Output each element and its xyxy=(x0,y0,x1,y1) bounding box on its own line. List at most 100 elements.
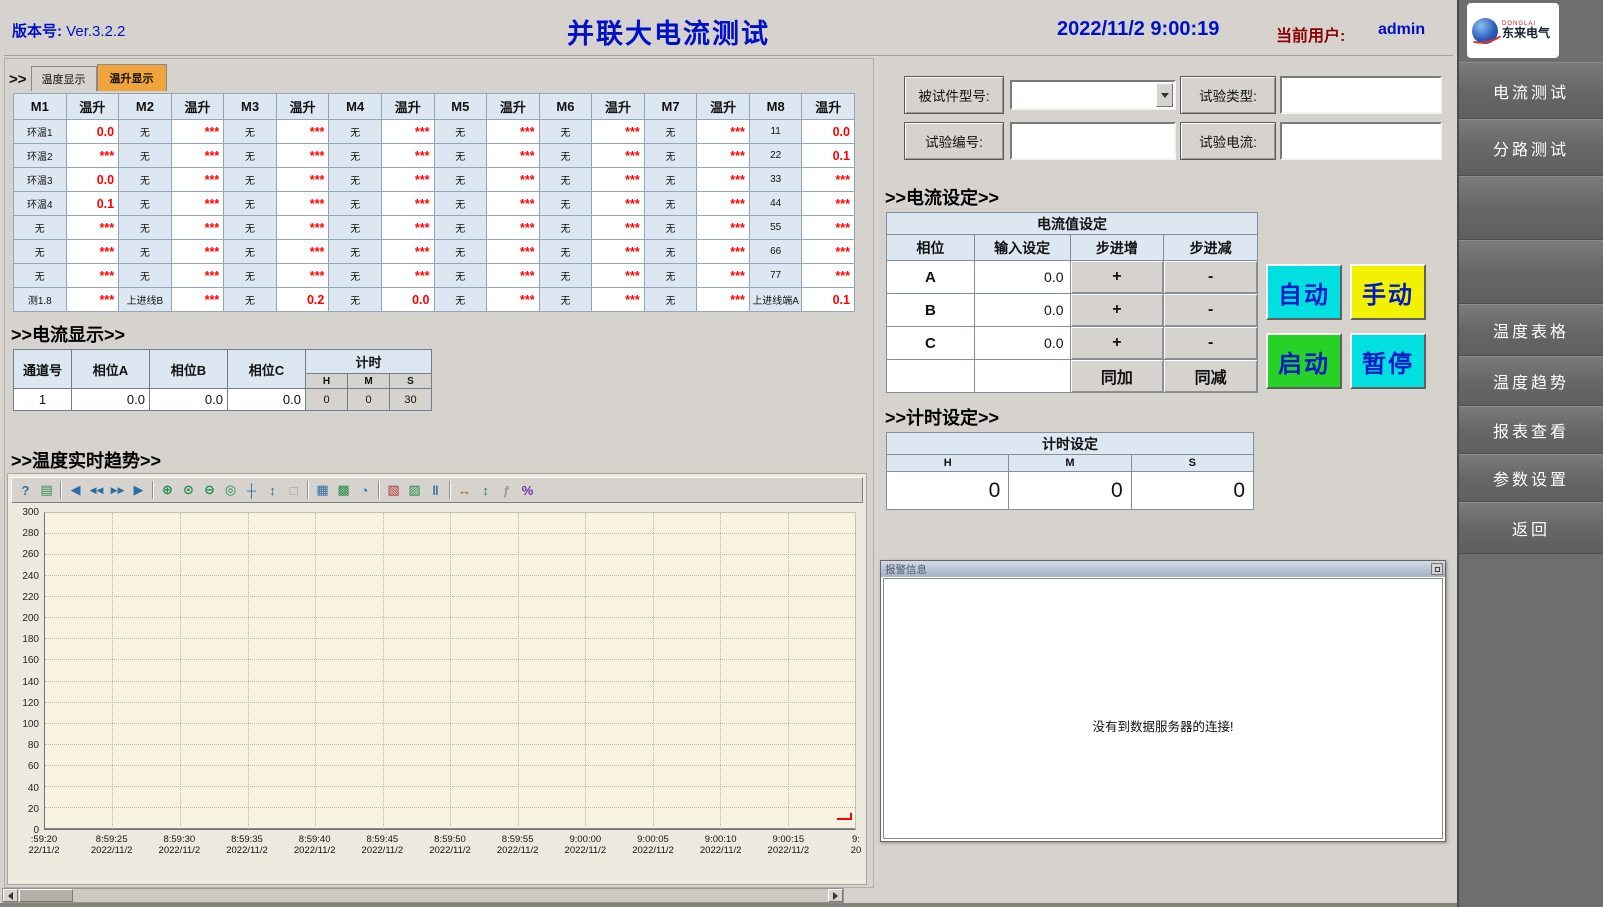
tab-temperature-display[interactable]: 温度显示 xyxy=(31,66,97,91)
phase-c-step-up-button[interactable]: + xyxy=(1070,327,1164,360)
x-gridline xyxy=(518,513,519,829)
toolbar-separator xyxy=(378,481,380,499)
y-axis-scale-icon[interactable]: ↕ xyxy=(262,480,283,500)
phase-b-setpoint[interactable]: 0.0 xyxy=(974,294,1070,327)
phase-a-step-down-button[interactable]: - xyxy=(1164,261,1258,294)
phase-a-step-up-button[interactable]: + xyxy=(1070,261,1164,294)
manual-button[interactable]: 手动 xyxy=(1350,264,1426,320)
combo-dropdown-icon[interactable] xyxy=(1156,83,1173,107)
temp-rise-value-cell: *** xyxy=(381,264,434,288)
alarm-close-button[interactable] xyxy=(1431,563,1443,575)
x-tick-time: 8:59:25 xyxy=(91,834,133,845)
temp-channel-cell: 无 xyxy=(434,216,487,240)
zoom-reset-icon[interactable]: ◎ xyxy=(220,480,241,500)
temp-rise-value-cell: 0.0 xyxy=(381,288,434,312)
zoom-out-icon[interactable]: ⊖ xyxy=(199,480,220,500)
phase-b-step-down-button[interactable]: - xyxy=(1164,294,1258,327)
temp-rise-value-cell: *** xyxy=(592,120,645,144)
sidebar-parameter-settings-button[interactable]: 参数设置 xyxy=(1459,454,1603,502)
copy-icon[interactable]: □ xyxy=(283,480,304,500)
export-chart-icon[interactable]: ▤ xyxy=(36,480,57,500)
alarm-body: 没有到数据服务器的连接! xyxy=(883,578,1443,839)
compare-chart-icon[interactable]: ▧ xyxy=(383,480,404,500)
y-axis-tick-label: 160 xyxy=(10,655,39,666)
test-current-input[interactable] xyxy=(1280,122,1442,160)
phase-a-setpoint[interactable]: 0.0 xyxy=(974,261,1070,294)
alarm-titlebar[interactable]: 报警信息 xyxy=(881,561,1445,577)
timer-set-h-input[interactable]: 0 xyxy=(887,472,1009,510)
phase-b-column-header: 相位B xyxy=(150,350,228,389)
temp-rise-value-cell: *** xyxy=(487,192,540,216)
zoom-window-icon[interactable]: ⊙ xyxy=(178,480,199,500)
realtime-clock-icon[interactable]: ◔ xyxy=(354,480,375,500)
temp-rise-value-cell: *** xyxy=(276,192,329,216)
step-up-all-button[interactable]: 同加 xyxy=(1070,360,1164,393)
phase-b-step-up-button[interactable]: + xyxy=(1070,294,1164,327)
sidebar-temperature-table-button[interactable]: 温度表格 xyxy=(1459,304,1603,356)
temp-channel-cell: 无 xyxy=(224,240,277,264)
timer-table-title: 计时设定 xyxy=(887,433,1254,455)
header: 版本号: Ver.3.2.2 并联大电流测试 2022/11/2 9:00:19… xyxy=(4,4,1453,56)
sidebar-current-test-button[interactable]: 电流测试 xyxy=(1459,62,1603,119)
pause-icon[interactable]: ‖ xyxy=(425,480,446,500)
next-fast-icon[interactable]: ▶▶ xyxy=(107,480,128,500)
temp-rise-value-cell: 0.0 xyxy=(66,168,119,192)
chart-horizontal-scrollbar[interactable] xyxy=(2,888,844,903)
first-record-icon[interactable]: ◀ xyxy=(65,480,86,500)
sidebar-temperature-trend-button[interactable]: 温度趋势 xyxy=(1459,356,1603,406)
temp-table-row: 环温40.1无***无***无***无***无***无***44*** xyxy=(14,192,855,216)
test-model-select[interactable] xyxy=(1010,80,1176,110)
pause-button[interactable]: 暂停 xyxy=(1350,333,1426,389)
x-tick-date: 2022/11/2 xyxy=(497,845,539,856)
temp-channel-cell: 无 xyxy=(119,168,172,192)
temp-channel-cell: 44 xyxy=(749,192,802,216)
temp-channel-cell: 无 xyxy=(14,264,67,288)
temp-rise-value-cell: *** xyxy=(487,216,540,240)
temp-channel-cell: 无 xyxy=(539,192,592,216)
start-button[interactable]: 启动 xyxy=(1266,333,1342,389)
scroll-right-arrow-icon[interactable] xyxy=(828,889,843,902)
timer-set-s-input[interactable]: 0 xyxy=(1131,472,1253,510)
phase-c-step-down-button[interactable]: - xyxy=(1164,327,1258,360)
timer-set-m-input[interactable]: 0 xyxy=(1009,472,1131,510)
temp-rise-value-cell: *** xyxy=(487,144,540,168)
sidebar-branch-test-button[interactable]: 分路测试 xyxy=(1459,119,1603,176)
phase-c-setpoint[interactable]: 0.0 xyxy=(974,327,1070,360)
x-autoscale-icon[interactable]: ↔ xyxy=(454,480,475,500)
help-icon[interactable]: ? xyxy=(15,480,36,500)
temp-channel-cell: 无 xyxy=(644,168,697,192)
temp-rise-value-cell: *** xyxy=(171,144,224,168)
test-number-input[interactable] xyxy=(1010,122,1176,160)
prev-fast-icon[interactable]: ◀◀ xyxy=(86,480,107,500)
overlay-chart-icon[interactable]: ▨ xyxy=(404,480,425,500)
last-record-icon[interactable]: ▶ xyxy=(128,480,149,500)
step-down-all-button[interactable]: 同减 xyxy=(1164,360,1258,393)
temp-rise-value-cell: *** xyxy=(171,168,224,192)
x-axis-tick-label: 9:00:102022/11/2 xyxy=(700,834,742,856)
temp-channel-cell: 无 xyxy=(644,192,697,216)
tile-view-icon[interactable]: ▦ xyxy=(312,480,333,500)
temp-rise-value-cell: *** xyxy=(276,144,329,168)
temp-rise-value-cell: *** xyxy=(171,240,224,264)
scroll-left-arrow-icon[interactable] xyxy=(3,889,18,902)
temp-table-row: 环温2***无***无***无***无***无***无***220.1 xyxy=(14,144,855,168)
sidebar-item-label: 温度表格 xyxy=(1493,318,1569,342)
tab-temperature-rise-display[interactable]: 温升显示 xyxy=(97,64,167,91)
x-axis-tick-label: 8:59:352022/11/2 xyxy=(226,834,268,856)
function-icon[interactable]: ƒ xyxy=(496,480,517,500)
temp-rise-value-cell: *** xyxy=(802,264,855,288)
y-autoscale-icon[interactable]: ↕ xyxy=(475,480,496,500)
sidebar-report-view-button[interactable]: 报表查看 xyxy=(1459,406,1603,454)
scrollbar-thumb[interactable] xyxy=(19,889,73,902)
auto-button[interactable]: 自动 xyxy=(1266,264,1342,320)
test-type-input[interactable] xyxy=(1280,76,1442,114)
sidebar-back-button[interactable]: 返回 xyxy=(1459,502,1603,554)
zoom-in-icon[interactable]: ⊕ xyxy=(157,480,178,500)
percent-icon[interactable]: % xyxy=(517,480,538,500)
temp-rise-value-cell: *** xyxy=(171,120,224,144)
pan-icon[interactable]: ┼ xyxy=(241,480,262,500)
chart-plot-area xyxy=(44,512,856,830)
temp-channel-cell: 11 xyxy=(749,120,802,144)
temp-channel-cell: 无 xyxy=(119,120,172,144)
grid-view-icon[interactable]: ▩ xyxy=(333,480,354,500)
